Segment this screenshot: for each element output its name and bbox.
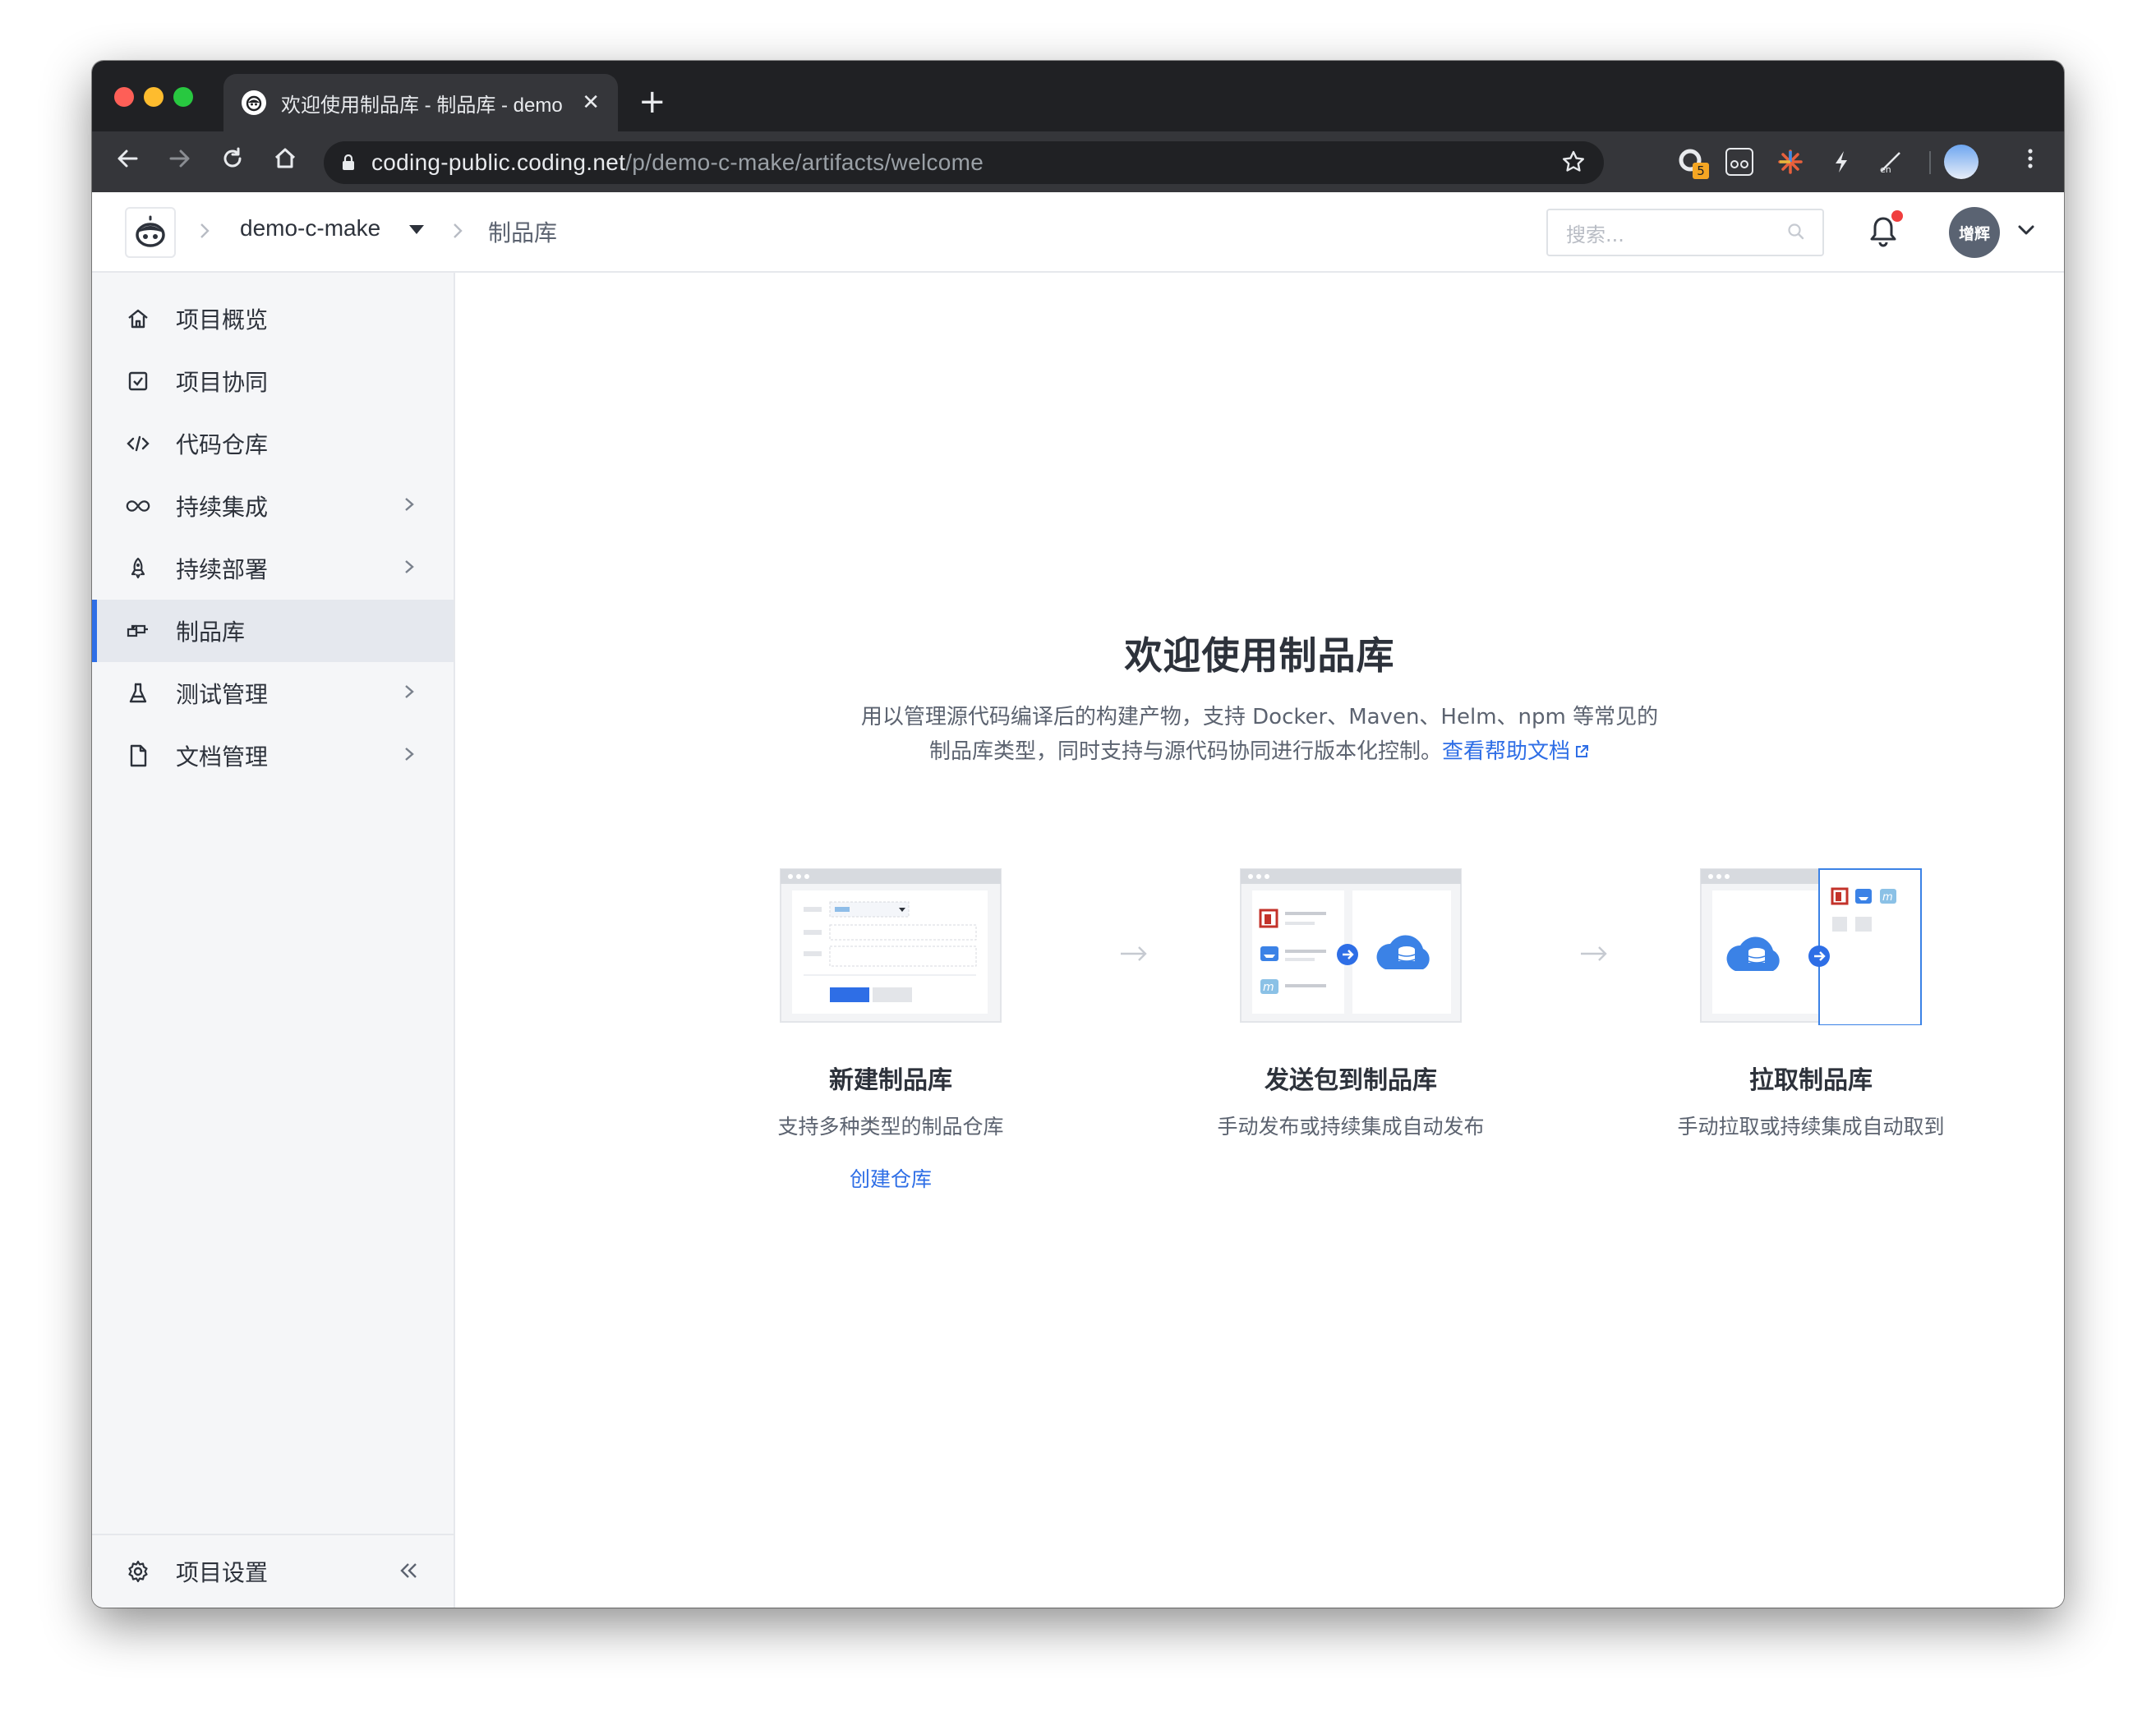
- step-pull-artifacts: m 拉取制品库 手动拉取或持续集成自动取到: [1647, 864, 1975, 1140]
- infinity-icon: [125, 493, 151, 519]
- step-title: 新建制品库: [829, 1066, 952, 1095]
- coding-favicon-icon: [242, 90, 266, 115]
- sidebar-item-docs[interactable]: 文档管理: [92, 725, 454, 787]
- sidebar-item-label: 项目协同: [176, 369, 269, 396]
- notification-dot: [1891, 210, 1903, 222]
- search-placeholder: 搜索...: [1566, 223, 1624, 246]
- sidebar-item-label: 持续部署: [176, 556, 269, 583]
- gear-icon: [125, 1558, 151, 1585]
- step-description: 手动拉取或持续集成自动取到: [1677, 1115, 1945, 1139]
- extension-glasses-icon[interactable]: [1725, 148, 1753, 176]
- sidebar-item-label: 项目概览: [176, 306, 269, 334]
- create-repo-illustration: [777, 864, 1004, 1025]
- sidebar-item-settings[interactable]: 项目设置: [92, 1534, 454, 1608]
- browser-menu-icon[interactable]: [2015, 146, 2046, 177]
- user-menu-chevron-icon[interactable]: [2015, 219, 2038, 248]
- step-description: 手动发布或持续集成自动发布: [1217, 1115, 1485, 1139]
- sidebar-item-artifacts[interactable]: 制品库: [92, 600, 454, 662]
- code-icon: [125, 430, 151, 457]
- tab-title: 欢迎使用制品库 - 制品库 - demo: [281, 94, 563, 117]
- home-button[interactable]: [270, 146, 301, 177]
- step-push-package: m 发送包到制品库 手动发布或持续集成自动发布: [1186, 864, 1515, 1140]
- sidebar-item-label: 项目设置: [176, 1559, 269, 1586]
- sidebar-item-label: 测试管理: [176, 681, 269, 708]
- sidebar-item-label: 代码仓库: [176, 431, 269, 458]
- checkbox-icon: [125, 368, 151, 394]
- sidebar-item-code-repo[interactable]: 代码仓库: [92, 412, 454, 475]
- browser-window: 欢迎使用制品库 - 制品库 - demo ✕ + coding-public.c…: [92, 61, 2064, 1608]
- chevron-right-icon: [401, 743, 417, 771]
- maximize-window-button[interactable]: [173, 87, 193, 107]
- step-description: 支持多种类型的制品仓库: [777, 1115, 1004, 1139]
- sidebar-item-ci[interactable]: 持续集成: [92, 475, 454, 537]
- arrow-right-icon: [1119, 938, 1149, 971]
- document-icon: [125, 743, 151, 769]
- browser-titlebar: 欢迎使用制品库 - 制品库 - demo ✕ +: [92, 61, 2064, 131]
- svg-text:m: m: [1263, 981, 1274, 994]
- extension-bolt-icon[interactable]: [1827, 148, 1855, 176]
- profile-avatar-icon[interactable]: [1944, 145, 1979, 179]
- step-create-repo: 新建制品库 支持多种类型的制品仓库 创建仓库: [726, 864, 1055, 1193]
- rocket-icon: [125, 555, 151, 582]
- coding-logo-icon[interactable]: [125, 207, 176, 258]
- svg-text:en: en: [1880, 164, 1891, 175]
- step-title: 拉取制品库: [1749, 1066, 1873, 1095]
- sidebar-item-label: 文档管理: [176, 743, 269, 771]
- breadcrumb-separator-icon: [450, 220, 465, 247]
- extension-translate-icon[interactable]: en: [1877, 148, 1905, 176]
- toolbar-divider: [1929, 151, 1931, 174]
- arrow-right-icon: [1579, 938, 1609, 971]
- sidebar-item-cd[interactable]: 持续部署: [92, 537, 454, 600]
- extension-pinwheel-icon[interactable]: [1776, 148, 1804, 176]
- search-icon[interactable]: [1786, 222, 1806, 246]
- project-dropdown-caret-icon[interactable]: [409, 225, 424, 234]
- lock-icon[interactable]: [342, 154, 355, 171]
- back-button[interactable]: [112, 146, 143, 177]
- welcome-description: 用以管理源代码编译后的构建产物，支持 Docker、Maven、Helm、npm…: [455, 700, 2064, 769]
- url-text: coding-public.coding.net/p/demo-c-make/a…: [371, 150, 984, 175]
- chevron-right-icon: [401, 493, 417, 522]
- sidebar-item-label: 制品库: [176, 619, 246, 646]
- extension-badge: 5: [1693, 163, 1709, 179]
- description-line-2: 制品库类型，同时支持与源代码协同进行版本化控制。查看帮助文档: [455, 734, 2064, 769]
- svg-text:m: m: [1882, 891, 1893, 904]
- breadcrumb-page: 制品库: [488, 219, 558, 246]
- forward-button[interactable]: [164, 146, 196, 177]
- browser-toolbar: coding-public.coding.net/p/demo-c-make/a…: [92, 131, 2064, 192]
- home-icon: [125, 306, 151, 332]
- user-avatar[interactable]: 增辉: [1949, 207, 2000, 258]
- chevron-right-icon: [401, 555, 417, 584]
- push-package-illustration: m: [1237, 864, 1464, 1025]
- extension-circle-icon[interactable]: 5: [1678, 148, 1709, 179]
- pull-artifacts-illustration: m: [1698, 864, 1924, 1026]
- sidebar: 项目概览 项目协同 代码仓库 持续集成 持续部署 制品库 测试管理 文档管理 项…: [92, 273, 455, 1608]
- sidebar-item-overview[interactable]: 项目概览: [92, 288, 454, 350]
- tab-close-icon[interactable]: ✕: [582, 90, 600, 115]
- sidebar-item-collaboration[interactable]: 项目协同: [92, 350, 454, 412]
- new-tab-button[interactable]: +: [638, 85, 666, 118]
- artifact-icon: [125, 618, 151, 644]
- create-repo-link[interactable]: 创建仓库: [726, 1163, 1055, 1193]
- minimize-window-button[interactable]: [144, 87, 164, 107]
- address-bar[interactable]: coding-public.coding.net/p/demo-c-make/a…: [324, 141, 1604, 184]
- external-link-icon: [1576, 745, 1589, 757]
- chevron-right-icon: [401, 680, 417, 709]
- breadcrumb-project[interactable]: demo-c-make: [240, 215, 380, 242]
- breadcrumb-separator-icon: [197, 220, 212, 247]
- close-window-button[interactable]: [114, 87, 134, 107]
- browser-tab[interactable]: 欢迎使用制品库 - 制品库 - demo ✕: [223, 74, 618, 131]
- app-header: demo-c-make 制品库 搜索... 增辉: [92, 192, 2064, 273]
- sidebar-item-testing[interactable]: 测试管理: [92, 662, 454, 725]
- description-line-1: 用以管理源代码编译后的构建产物，支持 Docker、Maven、Helm、npm…: [860, 705, 1659, 729]
- welcome-title: 欢迎使用制品库: [1124, 633, 1395, 678]
- collapse-sidebar-icon[interactable]: [396, 1558, 421, 1590]
- help-docs-link[interactable]: 查看帮助文档: [1442, 739, 1590, 764]
- step-title: 发送包到制品库: [1265, 1066, 1437, 1095]
- flask-icon: [125, 680, 151, 706]
- bookmark-star-icon[interactable]: [1561, 150, 1586, 181]
- main-content: 欢迎使用制品库 用以管理源代码编译后的构建产物，支持 Docker、Maven、…: [455, 273, 2064, 1608]
- search-input[interactable]: 搜索...: [1546, 209, 1824, 256]
- reload-button[interactable]: [217, 146, 248, 177]
- sidebar-item-label: 持续集成: [176, 494, 269, 521]
